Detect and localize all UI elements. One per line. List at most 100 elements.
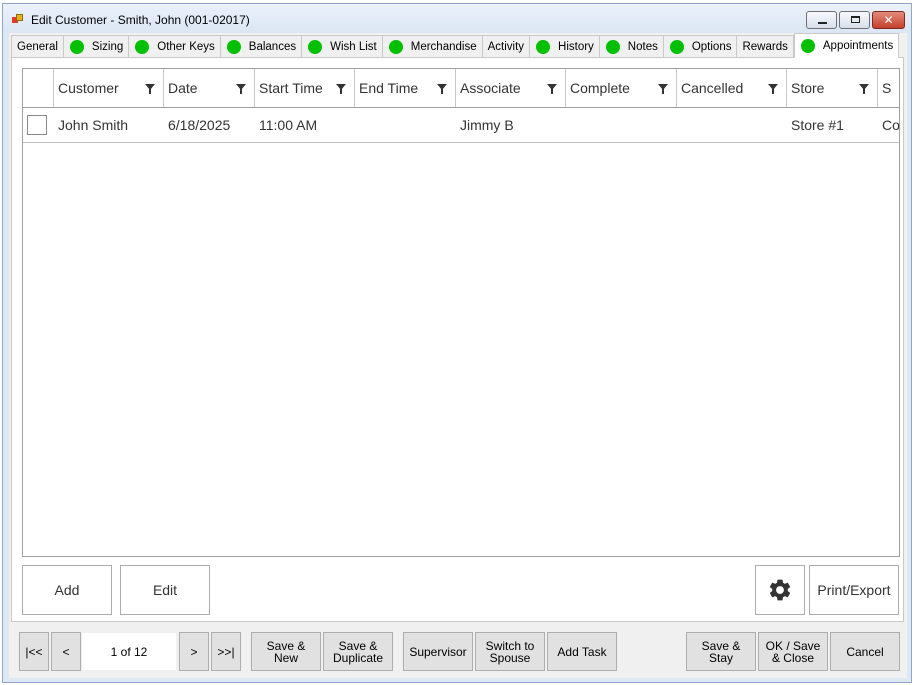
- row-select-cell[interactable]: [23, 108, 54, 142]
- window-title: Edit Customer - Smith, John (001-02017): [31, 13, 250, 27]
- tab-history[interactable]: History: [530, 35, 600, 57]
- ok-save-close-button[interactable]: OK / Save & Close: [758, 632, 828, 671]
- save-duplicate-button[interactable]: Save & Duplicate: [323, 632, 393, 671]
- supervisor-button[interactable]: Supervisor: [403, 632, 473, 671]
- tab-label: Other Keys: [157, 40, 215, 53]
- status-dot-icon: [308, 39, 323, 54]
- cell-store[interactable]: Store #1: [787, 108, 878, 142]
- tab-notes[interactable]: Notes: [599, 35, 664, 57]
- save-stay-button[interactable]: Save & Stay: [686, 632, 756, 671]
- filter-icon[interactable]: [859, 84, 869, 94]
- cell-complete[interactable]: [566, 108, 677, 142]
- app-icon: [12, 14, 25, 25]
- switch-to-spouse-button[interactable]: Switch to Spouse: [475, 632, 545, 671]
- first-record-button[interactable]: |<<: [19, 632, 49, 671]
- status-dot-icon: [135, 39, 150, 54]
- client-area: General Sizing Other Keys Balances Wish List…: [9, 33, 907, 678]
- status-dot-icon: [800, 39, 815, 53]
- filter-icon[interactable]: [768, 84, 778, 94]
- cell-customer[interactable]: John Smith: [54, 108, 164, 142]
- column-header-label: S: [882, 80, 892, 96]
- status-dot-icon: [388, 39, 403, 54]
- close-icon: ✕: [883, 13, 894, 27]
- add-button[interactable]: Add: [22, 565, 112, 615]
- status-dot-icon: [536, 39, 551, 54]
- status-dot-icon: [226, 39, 241, 54]
- filter-icon[interactable]: [145, 84, 155, 94]
- next-record-button[interactable]: >: [179, 632, 209, 671]
- filter-icon[interactable]: [658, 84, 668, 94]
- tab-label: Merchandise: [410, 40, 477, 53]
- maximize-button[interactable]: [839, 11, 870, 29]
- tab-label: Balances: [248, 40, 297, 53]
- filter-icon[interactable]: [437, 84, 447, 94]
- tab-label: Sizing: [91, 40, 124, 53]
- cancel-button[interactable]: Cancel: [830, 632, 900, 671]
- cell-date[interactable]: 6/18/2025: [164, 108, 255, 142]
- grid-header: Customer Date Start Time End Time Associate C…: [23, 69, 899, 108]
- column-header-label: Customer: [58, 80, 119, 96]
- tab-appointments[interactable]: Appointments: [793, 33, 900, 58]
- column-header-associate[interactable]: Associate: [456, 69, 566, 107]
- cell-end-time[interactable]: [355, 108, 456, 142]
- tab-general[interactable]: General: [11, 35, 64, 57]
- column-header-cancelled[interactable]: Cancelled: [677, 69, 787, 107]
- save-new-label-line2: New: [273, 650, 298, 665]
- add-task-button[interactable]: Add Task: [547, 632, 617, 671]
- status-dot-icon: [69, 39, 84, 54]
- save-duplicate-label-line2: Duplicate: [332, 650, 384, 665]
- tab-balances[interactable]: Balances: [220, 35, 303, 57]
- cell-cancelled[interactable]: [677, 108, 787, 142]
- row-checkbox[interactable]: [27, 115, 47, 135]
- tab-sizing[interactable]: Sizing: [63, 35, 130, 57]
- filter-icon[interactable]: [336, 84, 346, 94]
- settings-button[interactable]: [755, 565, 805, 615]
- record-position-field[interactable]: 1 of 12: [81, 632, 177, 671]
- table-row[interactable]: John Smith 6/18/2025 11:00 AM Jimmy B St…: [23, 108, 899, 143]
- tab-label: Appointments: [822, 40, 894, 52]
- tab-label: Rewards: [742, 40, 788, 53]
- column-header-complete[interactable]: Complete: [566, 69, 677, 107]
- tab-rewards[interactable]: Rewards: [737, 35, 794, 57]
- tab-activity[interactable]: Activity: [482, 35, 531, 57]
- appointments-grid[interactable]: Customer Date Start Time End Time Associate C…: [22, 68, 900, 557]
- edit-button[interactable]: Edit: [120, 565, 210, 615]
- cell-s[interactable]: Co: [878, 108, 899, 142]
- tab-wish-list[interactable]: Wish List: [302, 35, 383, 57]
- cell-start-time[interactable]: 11:00 AM: [255, 108, 355, 142]
- edit-customer-window: Edit Customer - Smith, John (001-02017) …: [2, 3, 912, 683]
- column-header-end-time[interactable]: End Time: [355, 69, 456, 107]
- save-stay-label-line2: Stay: [708, 650, 733, 665]
- gear-icon: [769, 579, 791, 601]
- tab-label: Notes: [627, 40, 658, 53]
- tab-other-keys[interactable]: Other Keys: [129, 35, 221, 57]
- column-header-date[interactable]: Date: [164, 69, 255, 107]
- switch-spouse-label-line2: Spouse: [489, 650, 531, 665]
- status-dot-icon: [605, 39, 620, 54]
- cell-associate[interactable]: Jimmy B: [456, 108, 566, 142]
- column-header-label: Complete: [570, 80, 630, 96]
- tab-strip: General Sizing Other Keys Balances Wish List…: [11, 33, 900, 58]
- minimize-button[interactable]: [806, 11, 837, 29]
- save-new-button[interactable]: Save & New: [251, 632, 321, 671]
- tab-options[interactable]: Options: [663, 35, 738, 57]
- filter-icon[interactable]: [547, 84, 557, 94]
- bottom-toolbar: |<< < 1 of 12 > >>| Save & New Save & Dupl…: [9, 627, 907, 677]
- maximize-icon: [851, 16, 860, 23]
- column-header-label: Date: [168, 80, 198, 96]
- column-header-customer[interactable]: Customer: [54, 69, 164, 107]
- previous-record-button[interactable]: <: [51, 632, 81, 671]
- tab-label: History: [558, 40, 594, 53]
- column-header-start-time[interactable]: Start Time: [255, 69, 355, 107]
- ok-save-close-label-line2: & Close: [771, 650, 814, 665]
- title-bar[interactable]: Edit Customer - Smith, John (001-02017) …: [3, 4, 911, 33]
- filter-icon[interactable]: [236, 84, 246, 94]
- last-record-button[interactable]: >>|: [211, 632, 241, 671]
- column-header-label: Associate: [460, 80, 521, 96]
- status-dot-icon: [669, 39, 684, 54]
- column-header-s[interactable]: S: [878, 69, 899, 107]
- column-header-store[interactable]: Store: [787, 69, 878, 107]
- tab-merchandise[interactable]: Merchandise: [382, 35, 483, 57]
- close-button[interactable]: ✕: [872, 11, 905, 29]
- print-export-button[interactable]: Print/Export: [809, 565, 899, 615]
